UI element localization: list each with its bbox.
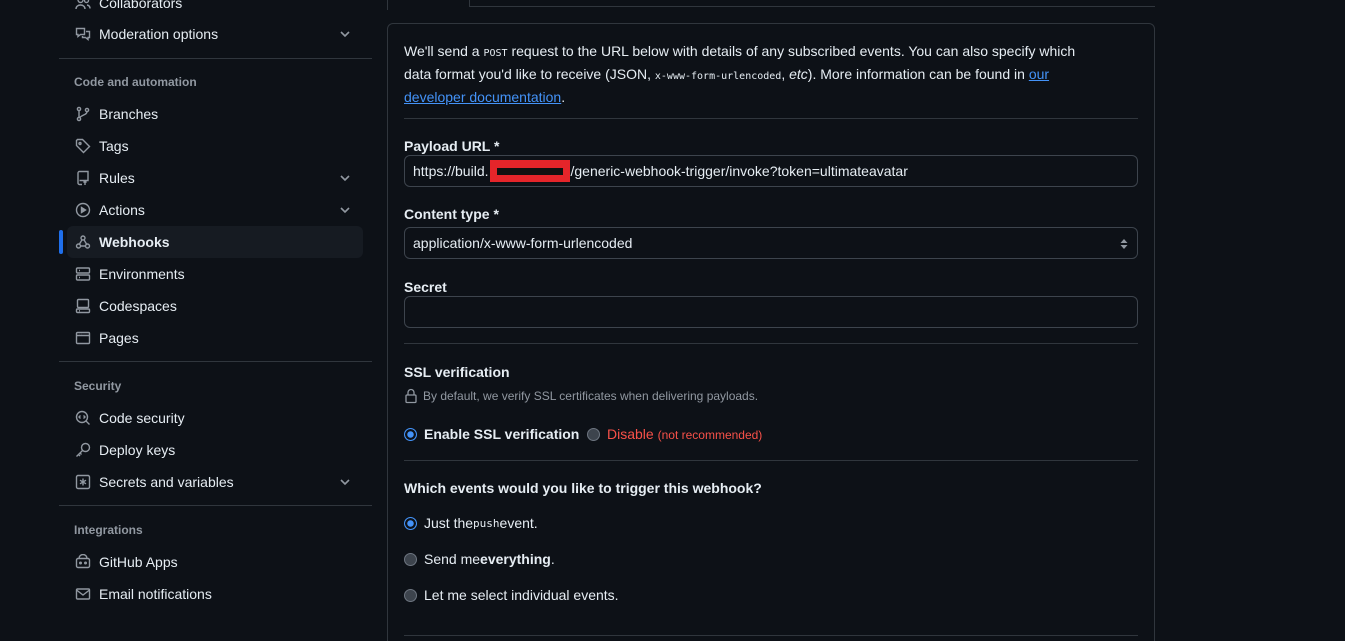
radio-button[interactable] (404, 516, 417, 530)
radio-button[interactable] (404, 588, 417, 602)
ssl-enable-option[interactable]: Enable SSL verification (404, 426, 579, 442)
form-divider (404, 343, 1138, 344)
sidebar-item-label: Pages (99, 330, 139, 346)
section-heading-code-automation: Code and automation (74, 75, 197, 89)
chevron-down-icon (340, 207, 350, 214)
sidebar-item-github-apps[interactable]: GitHub Apps (67, 546, 363, 578)
sidebar-item-label: Collaborators (99, 0, 183, 11)
sidebar-item-label: Secrets and variables (99, 474, 234, 490)
content-type-value: application/x-www-form-urlencoded (413, 235, 633, 251)
form-divider (404, 118, 1138, 119)
sidebar-item-label: Rules (99, 170, 135, 186)
top-border (469, 6, 1155, 7)
events-question: Which events would you like to trigger t… (404, 480, 762, 496)
sidebar-divider (59, 58, 372, 59)
radio-button[interactable] (404, 427, 417, 441)
sidebar-item-actions[interactable]: Actions (67, 194, 363, 226)
mail-icon (75, 586, 91, 602)
sidebar-item-email-notifications[interactable]: Email notifications (67, 578, 363, 610)
secret-label: Secret (404, 279, 447, 295)
settings-sidebar: Collaborators Moderation options Code an… (59, 0, 372, 641)
settings-page: Collaborators Moderation options Code an… (0, 0, 1345, 641)
event-option-individual[interactable]: Let me select individual events. (404, 587, 619, 603)
section-heading-integrations: Integrations (74, 523, 143, 537)
top-border (387, 0, 388, 10)
sidebar-item-label: Code security (99, 410, 185, 426)
ssl-verification-label: SSL verification (404, 364, 510, 380)
codespaces-icon (75, 298, 91, 314)
select-arrows-icon (1120, 239, 1128, 249)
sidebar-item-tags[interactable]: Tags (67, 130, 363, 162)
sidebar-item-label: Moderation options (99, 26, 219, 42)
event-option-everything[interactable]: Send me everything. (404, 551, 555, 567)
webhook-form: We'll send a POST request to the URL bel… (387, 23, 1155, 641)
event-option-push[interactable]: Just the push event. (404, 515, 538, 531)
chevron-down-icon (340, 479, 350, 486)
sidebar-item-label: Branches (99, 106, 159, 122)
lock-icon (405, 388, 417, 404)
comment-discussion-icon (75, 26, 91, 42)
sidebar-item-label: Email notifications (99, 586, 212, 602)
repo-push-icon (75, 170, 91, 186)
server-icon (75, 266, 91, 282)
form-divider (404, 635, 1138, 636)
content-type-select[interactable]: application/x-www-form-urlencoded (404, 227, 1138, 259)
git-branch-icon (75, 106, 91, 122)
tag-icon (75, 138, 91, 154)
sidebar-divider (59, 505, 372, 506)
payload-url-prefix: https://build. (413, 163, 489, 179)
sidebar-item-webhooks[interactable]: Webhooks (67, 226, 363, 258)
sidebar-item-label: Environments (99, 266, 185, 282)
radio-button[interactable] (587, 427, 600, 441)
payload-url-input[interactable]: https://build. /generic-webhook-trigger/i… (404, 155, 1138, 187)
webhook-intro-text: We'll send a POST request to the URL bel… (404, 43, 1076, 105)
payload-url-label: Payload URL * (404, 138, 500, 154)
sidebar-item-code-security[interactable]: Code security (67, 402, 363, 434)
codescan-icon (75, 410, 91, 426)
form-divider (404, 460, 1138, 461)
sidebar-item-branches[interactable]: Branches (67, 98, 363, 130)
sidebar-item-codespaces[interactable]: Codespaces (67, 290, 363, 322)
radio-button[interactable] (404, 552, 417, 566)
sidebar-item-deploy-keys[interactable]: Deploy keys (67, 434, 363, 466)
sidebar-item-label: GitHub Apps (99, 554, 178, 570)
ssl-note: By default, we verify SSL certificates w… (404, 388, 758, 404)
browser-icon (75, 330, 91, 346)
key-icon (75, 442, 91, 458)
sidebar-item-label: Webhooks (99, 234, 170, 250)
sidebar-item-rules[interactable]: Rules (67, 162, 363, 194)
sidebar-item-moderation-options[interactable]: Moderation options (67, 18, 363, 50)
payload-url-suffix: /generic-webhook-trigger/invoke?token=ul… (570, 163, 908, 179)
ssl-disable-option[interactable]: Disable (not recommended) (587, 426, 762, 442)
sidebar-item-label: Actions (99, 202, 145, 218)
redaction-mark (489, 160, 570, 182)
sidebar-item-label: Tags (99, 138, 129, 154)
sidebar-divider (59, 361, 372, 362)
sidebar-item-secrets-and-variables[interactable]: Secrets and variables (67, 466, 363, 498)
play-icon (75, 202, 91, 218)
sidebar-item-pages[interactable]: Pages (67, 322, 363, 354)
apps-icon (75, 554, 91, 570)
chevron-down-icon (340, 175, 350, 182)
section-heading-security: Security (74, 379, 122, 393)
sidebar-item-label: Codespaces (99, 298, 177, 314)
content-type-label: Content type * (404, 206, 499, 222)
webhook-icon (75, 234, 91, 250)
secret-input[interactable] (404, 296, 1138, 328)
sidebar-item-environments[interactable]: Environments (67, 258, 363, 290)
chevron-down-icon (340, 31, 350, 38)
active-indicator (59, 230, 63, 254)
sidebar-item-label: Deploy keys (99, 442, 176, 458)
key-asterisk-icon (75, 474, 91, 490)
people-icon (75, 0, 91, 11)
sidebar-item-collaborators[interactable]: Collaborators (67, 0, 363, 19)
